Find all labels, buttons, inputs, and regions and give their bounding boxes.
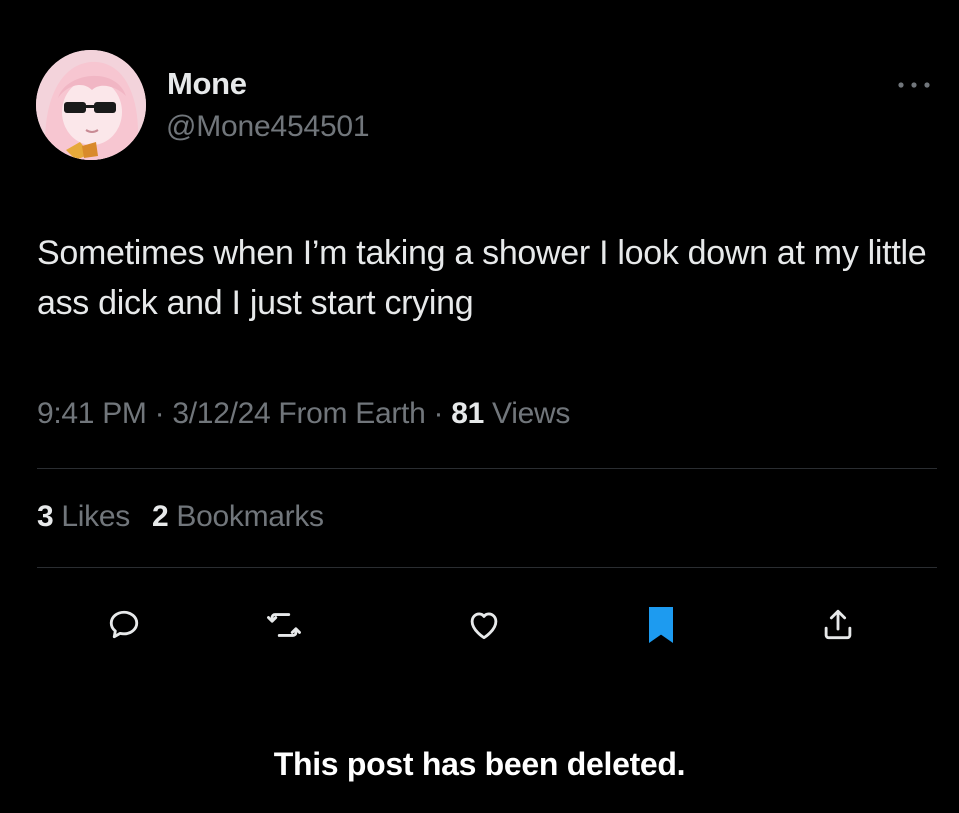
meta-separator: · — [425, 397, 452, 430]
user-handle[interactable]: @Mone454501 — [166, 110, 370, 144]
share-icon — [824, 609, 852, 640]
bookmark-button[interactable] — [636, 600, 686, 650]
tweet-time[interactable]: 9:41 PM — [37, 397, 147, 430]
divider — [37, 567, 937, 568]
views-count: 81 — [451, 397, 485, 430]
avatar[interactable] — [36, 50, 146, 160]
bookmarks-stat[interactable]: 2 Bookmarks — [152, 500, 324, 533]
anime-girl-sunglasses-avatar-icon — [36, 50, 146, 160]
tweet-meta: 9:41 PM · 3/12/24 From Earth · 81 Views — [37, 397, 570, 431]
likes-count: 3 — [37, 500, 54, 533]
tweet-source: From Earth — [270, 397, 426, 430]
meta-separator: · — [146, 397, 173, 430]
like-button[interactable] — [459, 600, 509, 650]
more-dots-icon — [898, 82, 930, 88]
heart-icon — [470, 612, 498, 640]
retweet-icon — [267, 613, 301, 637]
share-button[interactable] — [813, 600, 863, 650]
likes-label: Likes — [53, 500, 130, 533]
tweet-text: Sometimes when I’m taking a shower I loo… — [37, 234, 927, 322]
reply-icon — [109, 610, 139, 639]
retweet-button[interactable] — [259, 600, 309, 650]
more-options-button[interactable] — [890, 70, 938, 100]
bookmark-filled-icon — [649, 607, 673, 643]
display-name[interactable]: Mone — [167, 66, 247, 102]
bookmarks-label: Bookmarks — [168, 500, 324, 533]
likes-stat[interactable]: 3 Likes — [37, 500, 130, 533]
reply-button[interactable] — [99, 600, 149, 650]
views-label: Views — [484, 397, 571, 430]
deleted-notice: This post has been deleted. — [273, 746, 686, 782]
bookmarks-count: 2 — [151, 500, 169, 533]
divider — [37, 468, 937, 469]
tweet-stats: 3 Likes 2 Bookmarks — [37, 500, 324, 534]
tweet-date[interactable]: 3/12/24 — [172, 397, 270, 430]
